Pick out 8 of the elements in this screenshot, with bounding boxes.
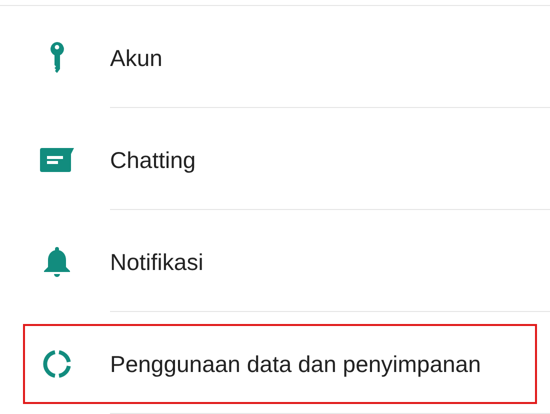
settings-item-label[interactable]: Akun (110, 44, 162, 72)
key-icon (50, 42, 64, 74)
message-icon (40, 148, 74, 172)
settings-item-label[interactable]: Penggunaan data dan penyimpanan (110, 350, 481, 378)
settings-item-label[interactable]: Notifikasi (110, 248, 204, 276)
bell-icon (43, 247, 71, 277)
settings-item-label[interactable]: Chatting (110, 146, 196, 174)
data-usage-icon (42, 349, 72, 379)
